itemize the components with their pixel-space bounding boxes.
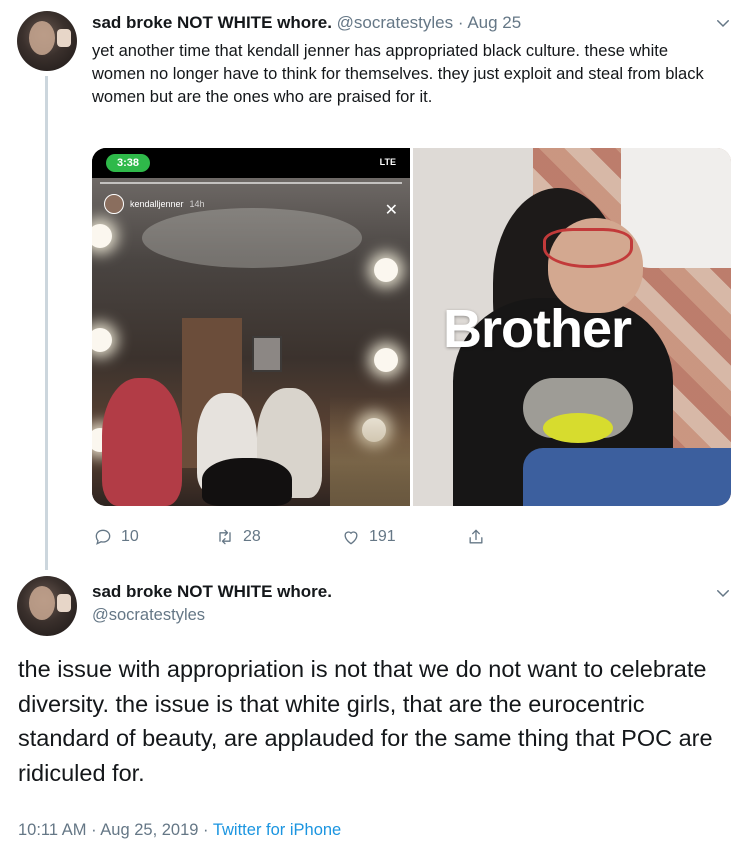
- avatar-hand: [57, 594, 71, 612]
- thread-line: [45, 76, 48, 570]
- avatar-hand: [57, 29, 71, 47]
- plant: [330, 396, 410, 506]
- story-username: kendalljenner: [130, 199, 184, 209]
- close-icon: ✕: [384, 202, 398, 219]
- tweet-date[interactable]: Aug 25, 2019: [100, 821, 198, 839]
- tweet-date[interactable]: Aug 25: [467, 13, 521, 32]
- retweet-count: 28: [243, 528, 261, 545]
- brand-overlay-text: Brother: [443, 299, 632, 359]
- avatar[interactable]: [17, 576, 77, 636]
- tweet-source-link[interactable]: Twitter for iPhone: [213, 821, 341, 839]
- vanity-bulb: [92, 224, 112, 248]
- tweet-text: yet another time that kendall jenner has…: [92, 42, 704, 106]
- chevron-down-icon[interactable]: [714, 584, 732, 602]
- share-icon: [469, 529, 483, 544]
- reply-button[interactable]: 10: [93, 527, 139, 547]
- jeans: [523, 448, 731, 506]
- phone-status-bar: 3:38 LTE: [92, 148, 410, 178]
- ceiling-light: [142, 208, 362, 268]
- reply-count: 10: [121, 528, 139, 545]
- media-image-right[interactable]: Brother: [413, 148, 731, 506]
- retweet-icon: [219, 529, 231, 545]
- story-progress-bar: [100, 182, 402, 184]
- separator: ·: [91, 821, 97, 839]
- red-glasses-doodle: [543, 228, 633, 268]
- avatar[interactable]: [17, 11, 77, 71]
- handle[interactable]: @socratestyles: [92, 606, 205, 625]
- display-name[interactable]: sad broke NOT WHITE whore.: [92, 13, 332, 32]
- wall-frame: [252, 336, 282, 372]
- status-time: 3:38: [106, 154, 150, 172]
- story-avatar: [104, 194, 124, 214]
- person: [102, 378, 182, 506]
- person: [202, 458, 292, 506]
- retweet-button[interactable]: 28: [215, 527, 261, 547]
- story-user: kendalljenner 14h: [104, 194, 205, 214]
- reply-icon: [95, 529, 111, 545]
- chevron-down-icon[interactable]: [714, 14, 732, 32]
- avatar-face: [29, 21, 55, 55]
- vanity-bulb: [374, 258, 398, 282]
- tweet-time[interactable]: 10:11 AM: [18, 821, 87, 839]
- separator: ·: [203, 821, 209, 839]
- shirt-print-yellow: [543, 413, 613, 443]
- room-scene: [92, 178, 410, 506]
- like-button[interactable]: 191: [341, 527, 396, 547]
- tweet-meta: 10:11 AM · Aug 25, 2019 · Twitter for iP…: [18, 821, 341, 840]
- tweet-text: the issue with appropriation is not that…: [18, 656, 713, 786]
- like-icon: [344, 531, 358, 545]
- share-button[interactable]: [466, 527, 486, 547]
- media-image-left[interactable]: 3:38 LTE kendalljenner 14h ✕: [92, 148, 410, 506]
- display-name[interactable]: sad broke NOT WHITE whore.: [92, 582, 332, 602]
- handle[interactable]: @socratestyles: [337, 13, 453, 32]
- status-signal: LTE: [379, 157, 396, 167]
- vanity-bulb: [92, 328, 112, 352]
- separator: ·: [457, 13, 464, 32]
- tweet-header: sad broke NOT WHITE whore. @socratestyle…: [92, 13, 521, 33]
- like-count: 191: [369, 528, 396, 545]
- story-age: 14h: [189, 199, 205, 209]
- avatar-face: [29, 586, 55, 620]
- vanity-bulb: [374, 348, 398, 372]
